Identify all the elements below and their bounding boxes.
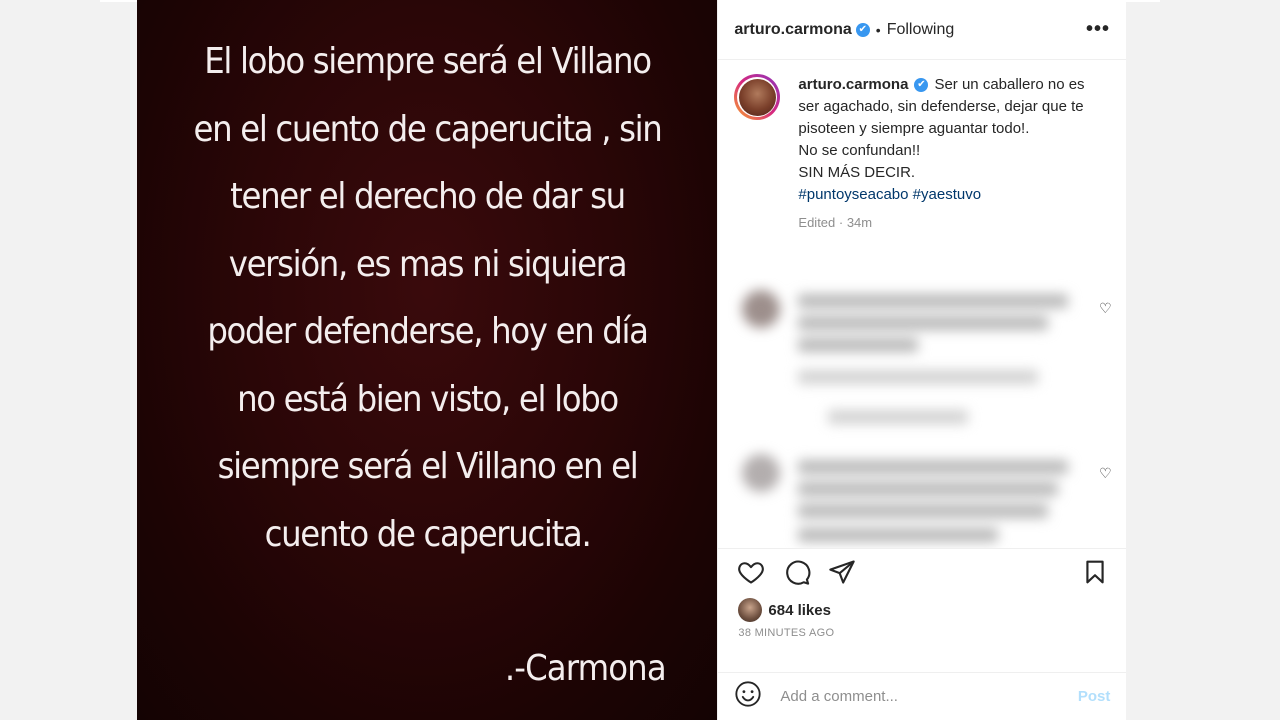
- caption-line: SIN MÁS DECIR.: [798, 164, 916, 181]
- comment-like-icon[interactable]: ♡: [1097, 465, 1113, 481]
- caption-line: No se confundan!!: [798, 142, 921, 159]
- post-sidebar: arturo.carmona ✔ • Following ••• arturo.…: [717, 0, 1127, 720]
- verified-icon: ✔: [914, 78, 929, 93]
- comment-line: [798, 316, 1049, 330]
- following-button[interactable]: Following: [887, 21, 955, 39]
- instagram-post: El lobo siempre será el Villano en el cu…: [137, 0, 1127, 720]
- action-bar: [718, 548, 1127, 600]
- post-image[interactable]: El lobo siempre será el Villano en el cu…: [137, 0, 718, 720]
- avatar-border: [737, 77, 778, 117]
- comment-line: [798, 528, 999, 542]
- comment-avatar: [742, 290, 781, 328]
- quote-line: cuento de caperucita.: [264, 513, 592, 555]
- liker-avatar[interactable]: [738, 598, 763, 622]
- quote-line: no está bien visto, el lobo: [237, 378, 619, 420]
- comment-bar: Post: [718, 672, 1127, 720]
- avatar-photo: [738, 78, 776, 116]
- emoji-icon[interactable]: [734, 680, 762, 713]
- comment-line: [798, 504, 1049, 518]
- hashtag-link[interactable]: #puntoyseacabo: [798, 186, 908, 203]
- caption-meta: Edited · 34m: [798, 215, 873, 230]
- quote-line: versión, es mas ni siquiera: [228, 243, 628, 285]
- quote-line: siempre será el Villano en el: [217, 446, 639, 487]
- caption-body: arturo.carmona ✔ Ser un caballero no es se…: [798, 74, 1098, 140]
- like-heart-icon[interactable]: [736, 558, 766, 591]
- verified-icon: ✔: [855, 22, 870, 37]
- quote-line: poder defenderse, hoy en día: [207, 311, 649, 352]
- hashtag-link[interactable]: #yaestuvo: [913, 186, 981, 203]
- caption-text: arturo.carmona ✔ Ser un caballero no es se…: [798, 74, 1098, 234]
- comment-line: [828, 410, 969, 424]
- more-options-icon[interactable]: •••: [1086, 18, 1110, 41]
- likes-row: 684 likes: [738, 598, 831, 622]
- quote-line: tener el derecho de dar su: [230, 176, 626, 217]
- quote-line: El lobo siempre será el Villano: [204, 41, 652, 82]
- blurred-comments: [728, 278, 1088, 548]
- comment-line: [798, 294, 1069, 308]
- bookmark-icon[interactable]: [1082, 558, 1108, 591]
- hashtags: #puntoyseacabo #yaestuvo: [798, 184, 1098, 206]
- likes-count[interactable]: 684 likes: [768, 602, 831, 619]
- avatar[interactable]: [734, 74, 781, 120]
- caption-username[interactable]: arturo.carmona: [798, 76, 908, 93]
- quote-line: en el cuento de caperucita , sin: [193, 108, 663, 150]
- post-header: arturo.carmona ✔ • Following •••: [718, 0, 1126, 60]
- comment-line: [798, 370, 1039, 384]
- header-username[interactable]: arturo.carmona: [734, 21, 851, 39]
- caption: arturo.carmona ✔ Ser un caballero no es se…: [718, 60, 1126, 234]
- quote-signature: .-Carmona: [504, 648, 667, 689]
- comment-line: [798, 460, 1069, 474]
- comment-line: [798, 338, 919, 352]
- post-comment-button[interactable]: Post: [1078, 688, 1111, 705]
- quote-text: El lobo siempre será el Villano en el cu…: [182, 28, 673, 568]
- post-timestamp[interactable]: 38 MINUTES AGO: [738, 627, 834, 639]
- share-send-icon[interactable]: [828, 558, 856, 591]
- comment-like-icon[interactable]: ♡: [1097, 300, 1113, 316]
- separator-dot: •: [875, 21, 881, 38]
- comment-bubble-icon[interactable]: [782, 558, 812, 591]
- comment-input[interactable]: [778, 687, 1078, 706]
- comment-line: [798, 482, 1059, 496]
- comments-list[interactable]: ♡ ♡: [728, 278, 1113, 548]
- comment-avatar: [742, 454, 781, 492]
